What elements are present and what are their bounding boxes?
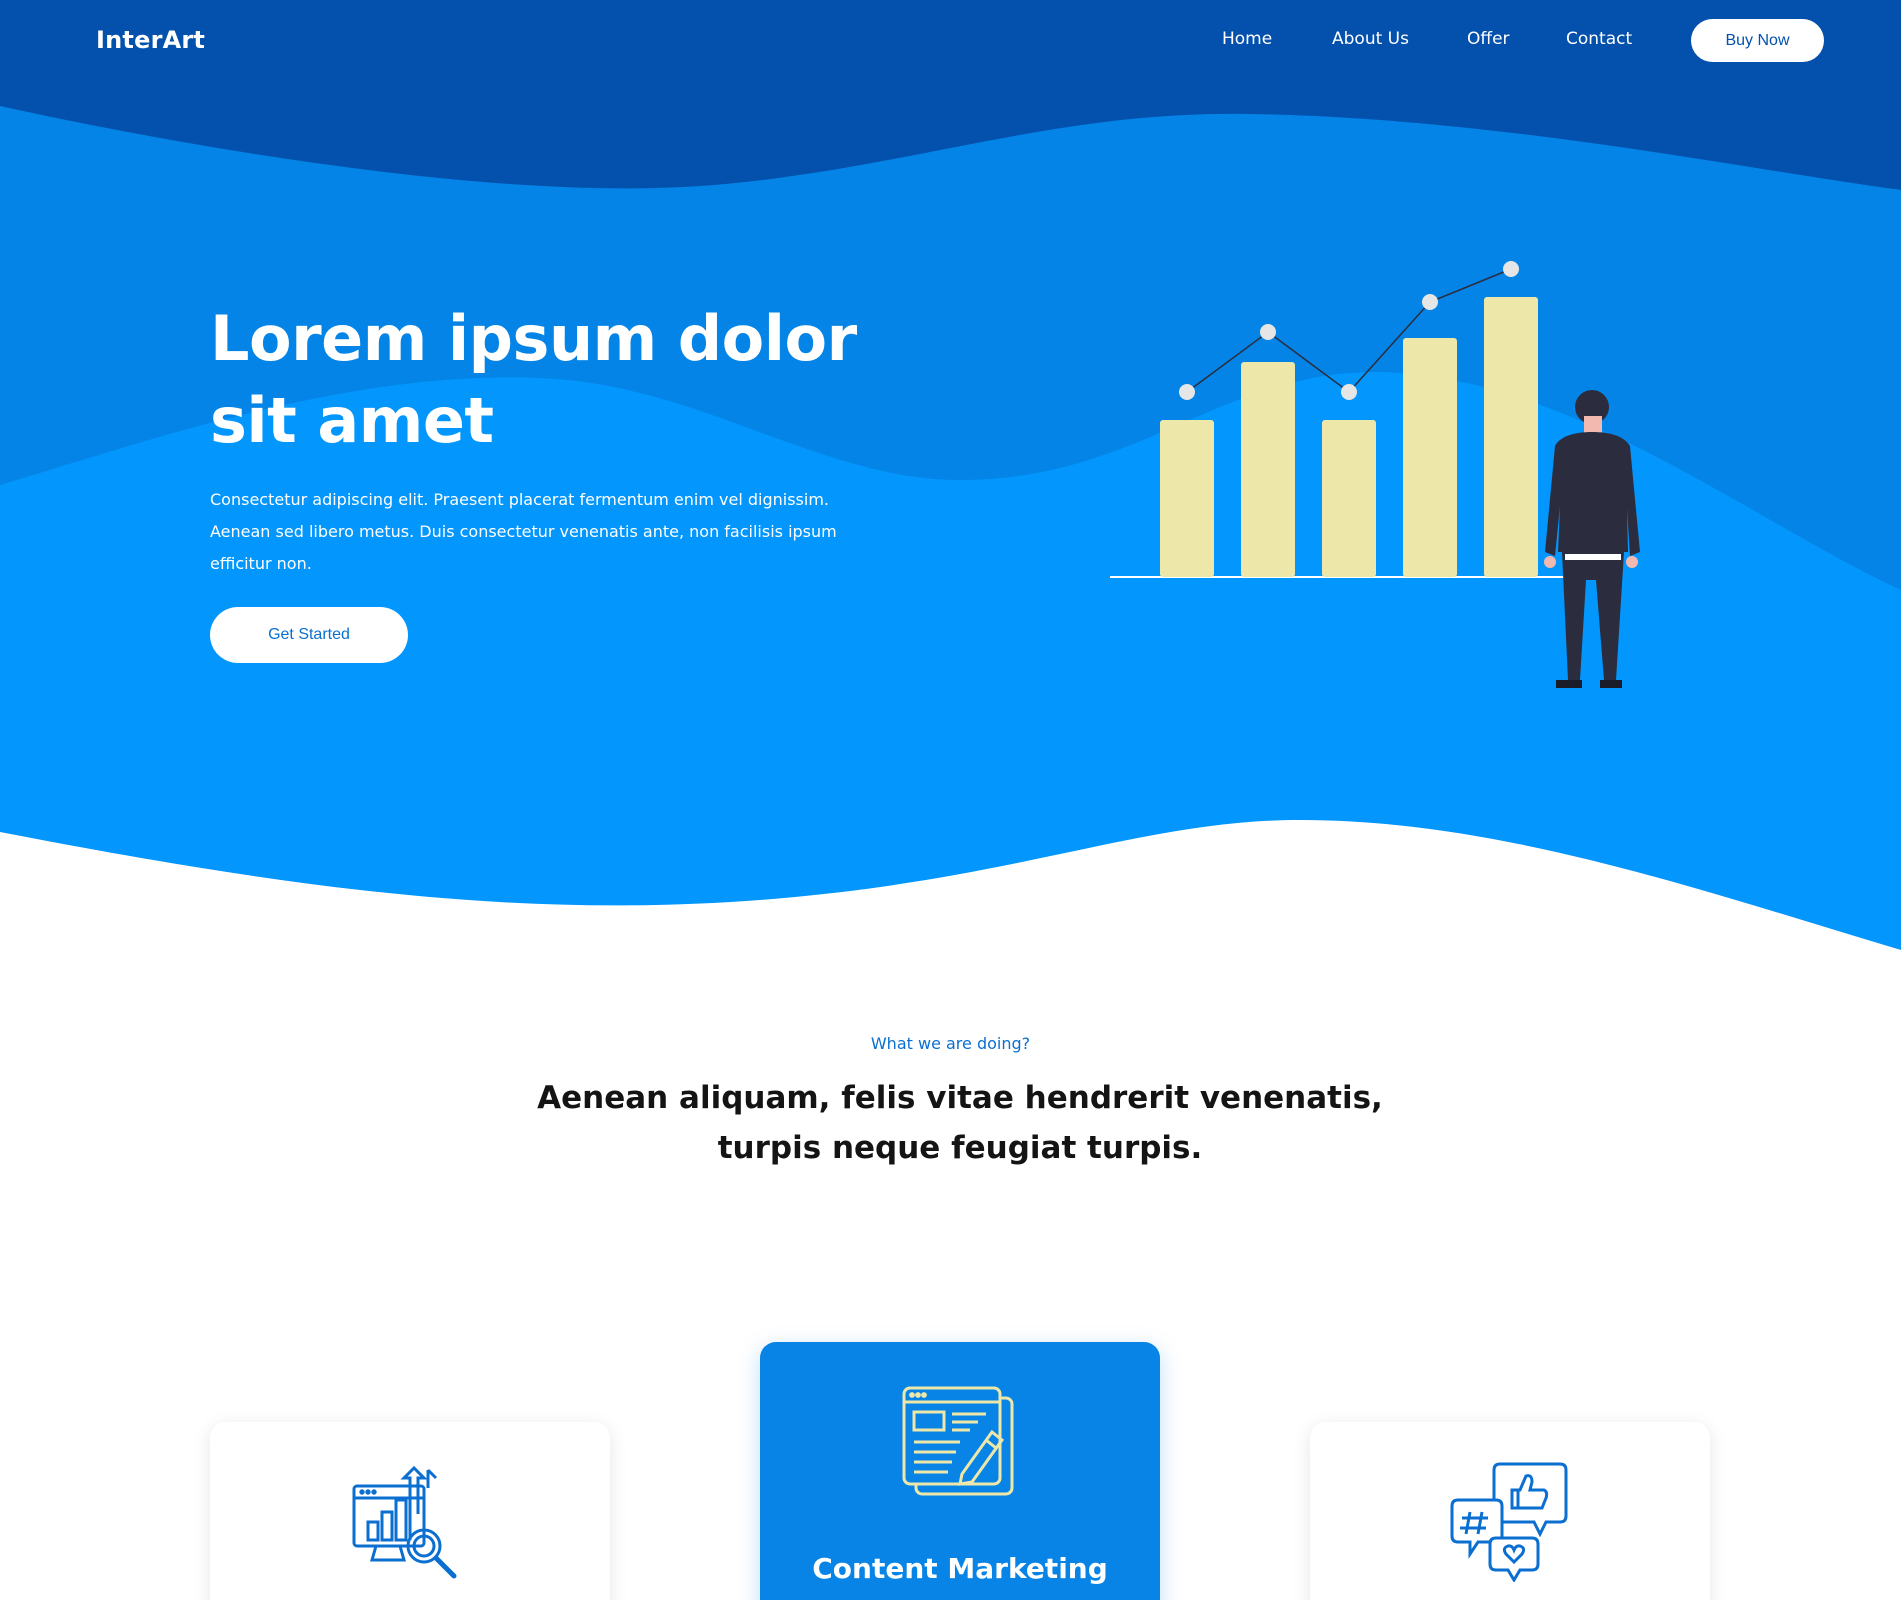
buy-now-button[interactable]: Buy Now <box>1691 19 1824 62</box>
hero-title-line-1: Lorem ipsum dolor <box>210 302 857 375</box>
nav-link-offer[interactable]: Offer <box>1467 29 1510 49</box>
service-card-social-media[interactable] <box>1310 1422 1710 1600</box>
hero-section: InterArt Home About Us Offer Contact Buy… <box>0 0 1901 1000</box>
growth-chart-illustration <box>1110 261 1640 688</box>
service-card-content-marketing[interactable]: Content Marketing <box>760 1342 1160 1600</box>
top-navigation: InterArt Home About Us Offer Contact Buy… <box>0 0 1901 80</box>
hero-title-line-2: sit amet <box>210 384 494 457</box>
brand-logo[interactable]: InterArt <box>96 26 205 54</box>
social-media-icon <box>1450 1462 1568 1582</box>
section-title: Aenean aliquam, felis vitae hendrerit ve… <box>500 1073 1420 1173</box>
nav-link-home[interactable]: Home <box>1222 29 1272 49</box>
hero-title: Lorem ipsum dolor sit amet <box>210 298 970 462</box>
get-started-button[interactable]: Get Started <box>210 607 408 663</box>
card-title-content-marketing: Content Marketing <box>812 1552 1108 1585</box>
section-title-line-1: Aenean aliquam, felis vitae hendrerit ve… <box>537 1080 1383 1116</box>
hero-description: Consectetur adipiscing elit. Praesent pl… <box>210 490 837 573</box>
section-title-line-2: turpis neque feugiat turpis. <box>717 1130 1203 1166</box>
service-card-analytics[interactable] <box>210 1422 610 1600</box>
content-marketing-icon <box>902 1386 1014 1496</box>
nav-link-contact[interactable]: Contact <box>1566 29 1632 49</box>
section-eyebrow: What we are doing? <box>870 1034 1031 1053</box>
nav-link-about-us[interactable]: About Us <box>1332 29 1409 49</box>
analytics-search-icon <box>352 1465 457 1579</box>
